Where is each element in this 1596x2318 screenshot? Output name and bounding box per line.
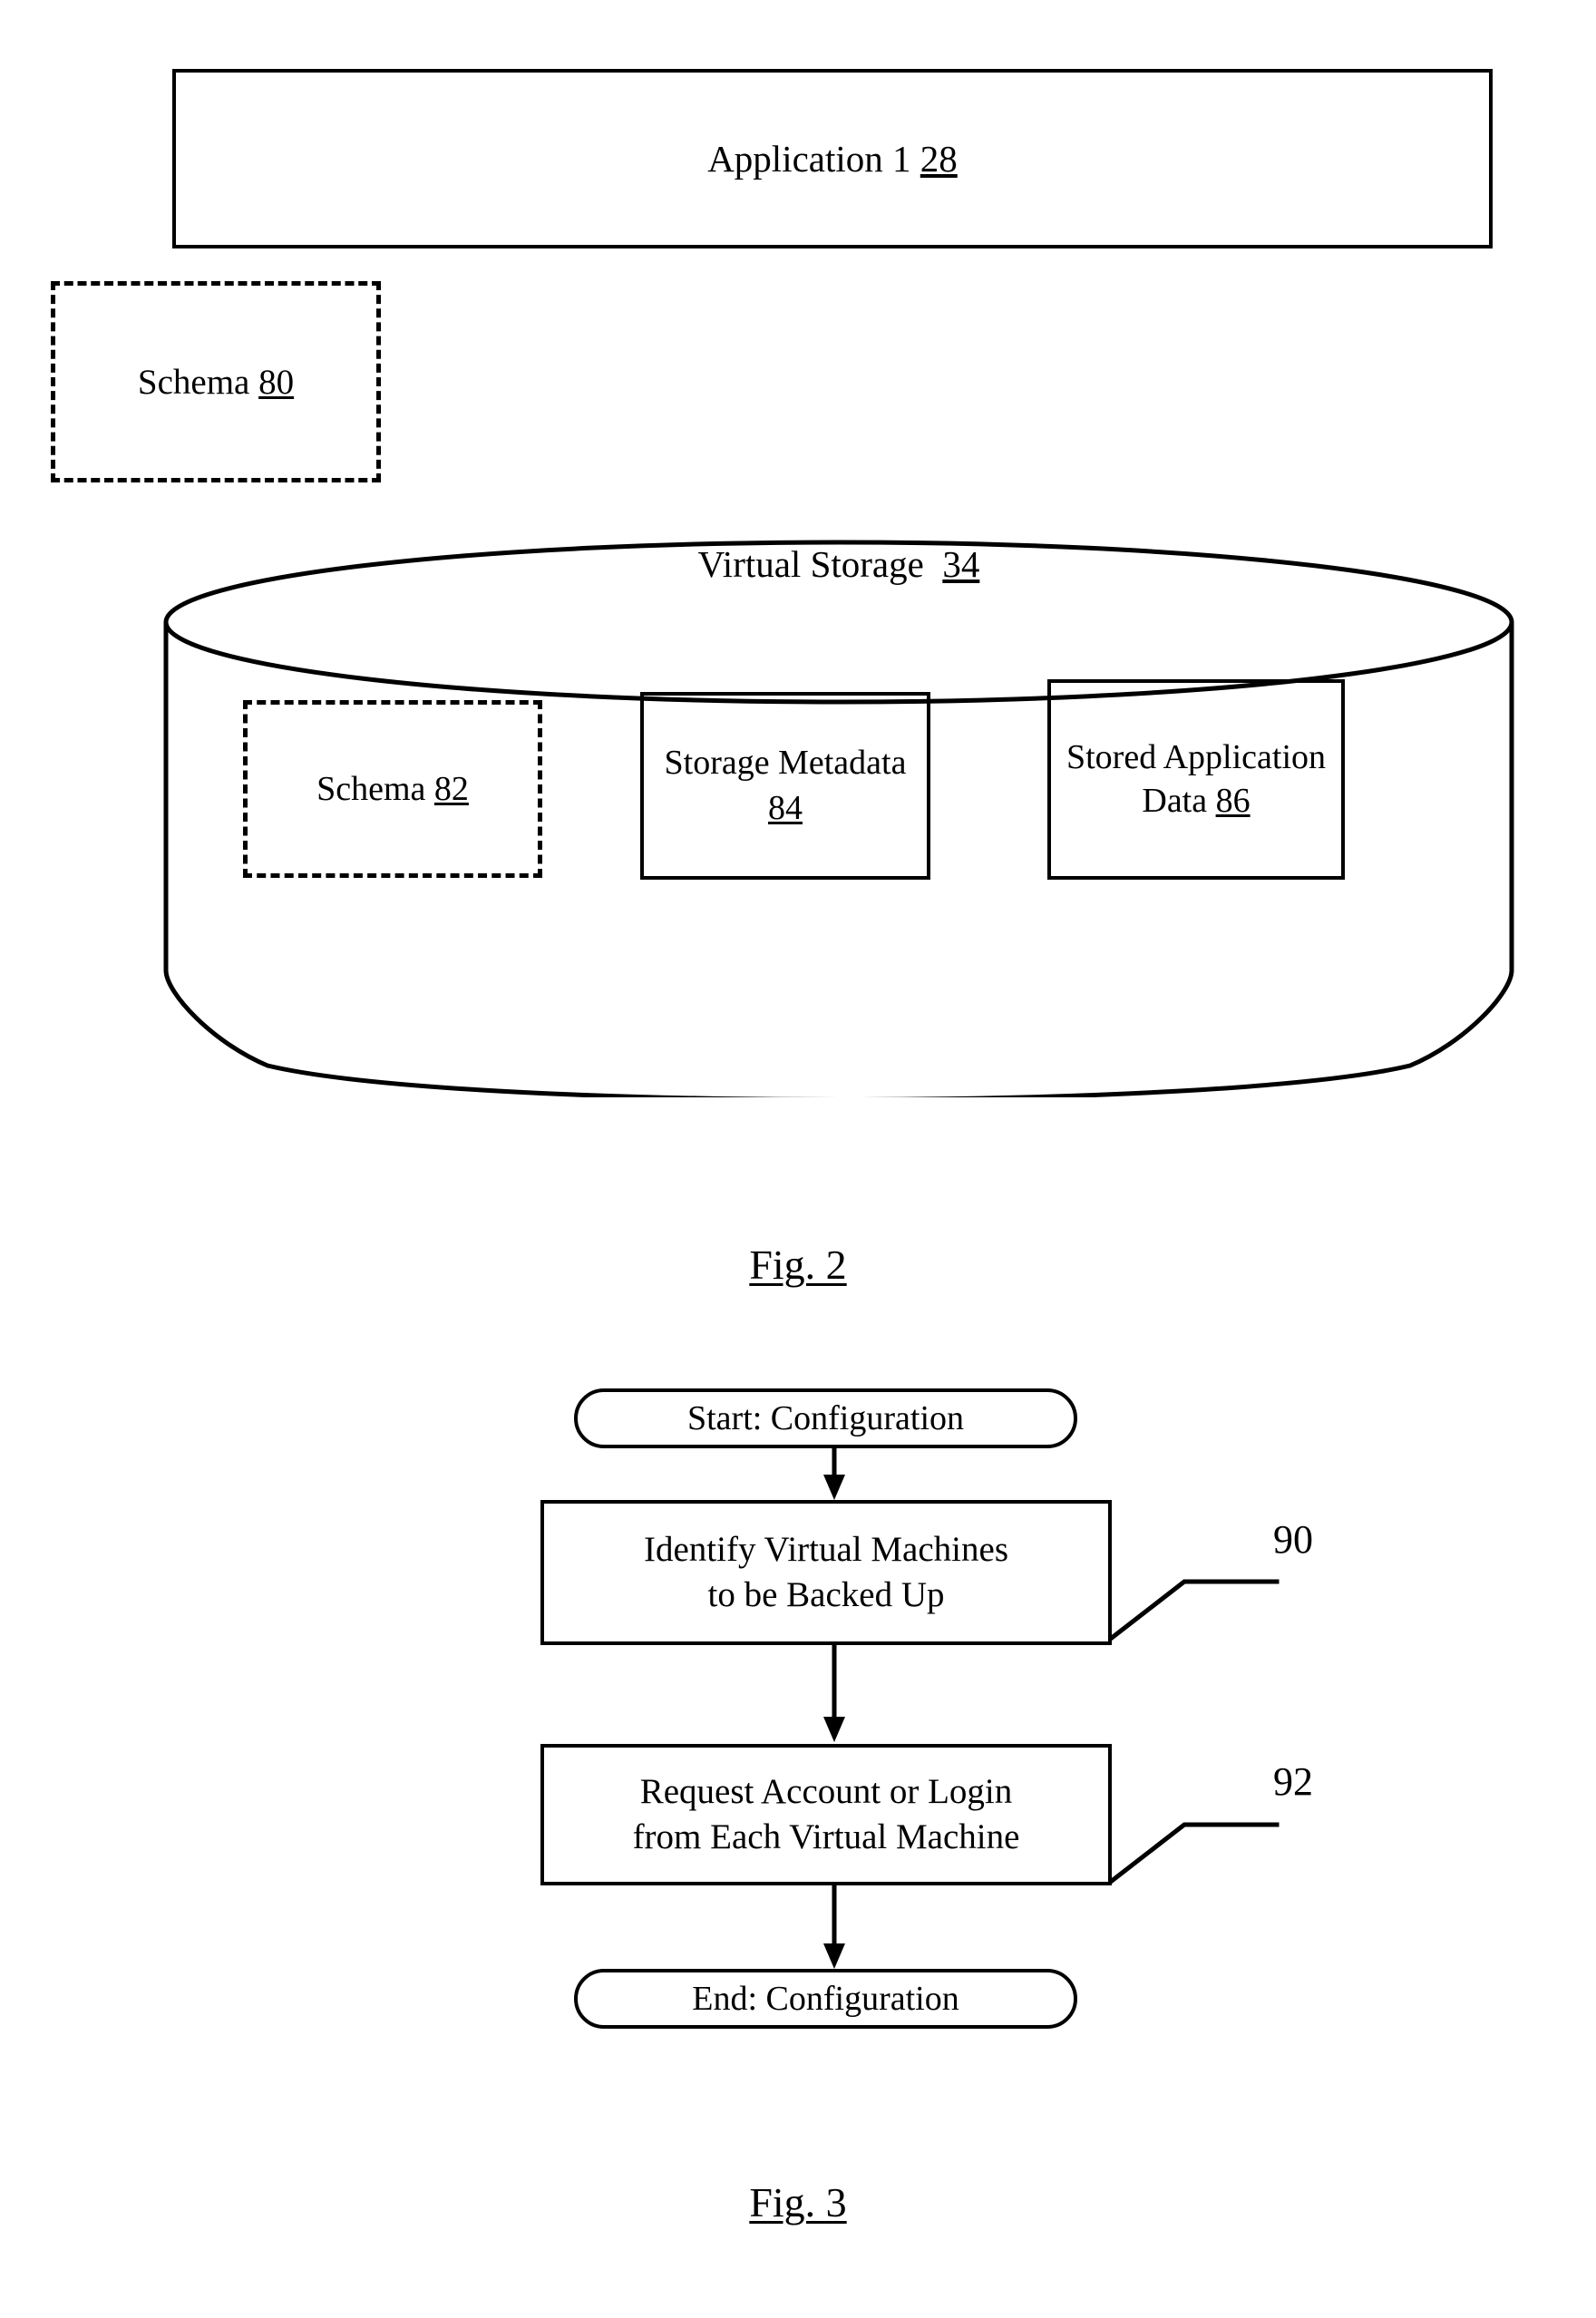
schema-80-label: Schema 80 [138,362,294,403]
figure-2-caption: Fig. 2 [0,1241,1596,1289]
flowchart-step-90-label: Identify Virtual Machines to be Backed U… [644,1530,1008,1614]
stored-application-data-ref-numeral: 86 [1215,781,1251,820]
figure-3-caption-text: Fig. 3 [749,2179,847,2225]
flowchart-start-label: Start: Configuration [686,1399,965,1437]
flowchart-start-node: Start: Configuration [574,1388,1077,1448]
figure-2-caption-text: Fig. 2 [749,1242,847,1288]
stored-application-data-text: Stored Application Data [1066,738,1327,820]
virtual-storage-ref-numeral: 34 [942,543,980,585]
flowchart-step-92-label: Request Account or Login from Each Virtu… [632,1772,1020,1856]
schema-80-box: Schema 80 [51,281,381,482]
leader-line-92 [1108,1785,1280,1885]
schema-82-label: Schema 82 [316,769,469,809]
storage-metadata-box: Storage Metadata 84 [640,692,930,880]
patent-drawing-sheet: Application 1 28 Schema 80 Virtual Stora… [0,0,1596,2318]
schema-80-text: Schema [137,362,250,402]
leader-line-90 [1108,1542,1280,1641]
schema-82-box: Schema 82 [243,700,542,878]
figure-3-caption: Fig. 3 [0,2178,1596,2226]
virtual-storage-label: Virtual Storage [697,543,924,585]
storage-metadata-label: Storage Metadata 84 [644,741,927,831]
application-box-ref-numeral: 28 [920,138,958,180]
flow-arrow-start-to-step-90 [816,1447,852,1502]
virtual-storage-title: Virtual Storage 34 [159,542,1519,586]
flow-arrow-step-92-to-end [816,1885,852,1971]
schema-82-text: Schema [316,770,426,808]
flowchart-step-92: Request Account or Login from Each Virtu… [540,1744,1112,1885]
stored-application-data-label: Stored Application Data 86 [1051,736,1341,822]
reference-numeral-90-text: 90 [1273,1517,1313,1562]
reference-numeral-92-text: 92 [1273,1759,1313,1804]
schema-82-ref-numeral: 82 [433,770,469,808]
stored-application-data-box: Stored Application Data 86 [1047,679,1345,880]
flowchart-end-label: End: Configuration [692,1980,959,2018]
application-box: Application 1 28 [172,69,1493,248]
storage-metadata-text: Storage Metadata [664,744,907,783]
storage-metadata-ref-numeral: 84 [768,788,803,827]
flowchart-end-node: End: Configuration [574,1969,1077,2029]
flow-arrow-step-90-to-step-92 [816,1644,852,1744]
reference-numeral-92: 92 [1273,1758,1313,1805]
reference-numeral-90: 90 [1273,1516,1313,1563]
application-box-label: Application 1 28 [707,137,958,180]
schema-80-ref-numeral: 80 [258,362,295,402]
application-box-text: Application 1 [707,138,911,180]
flowchart-step-90: Identify Virtual Machines to be Backed U… [540,1500,1112,1645]
